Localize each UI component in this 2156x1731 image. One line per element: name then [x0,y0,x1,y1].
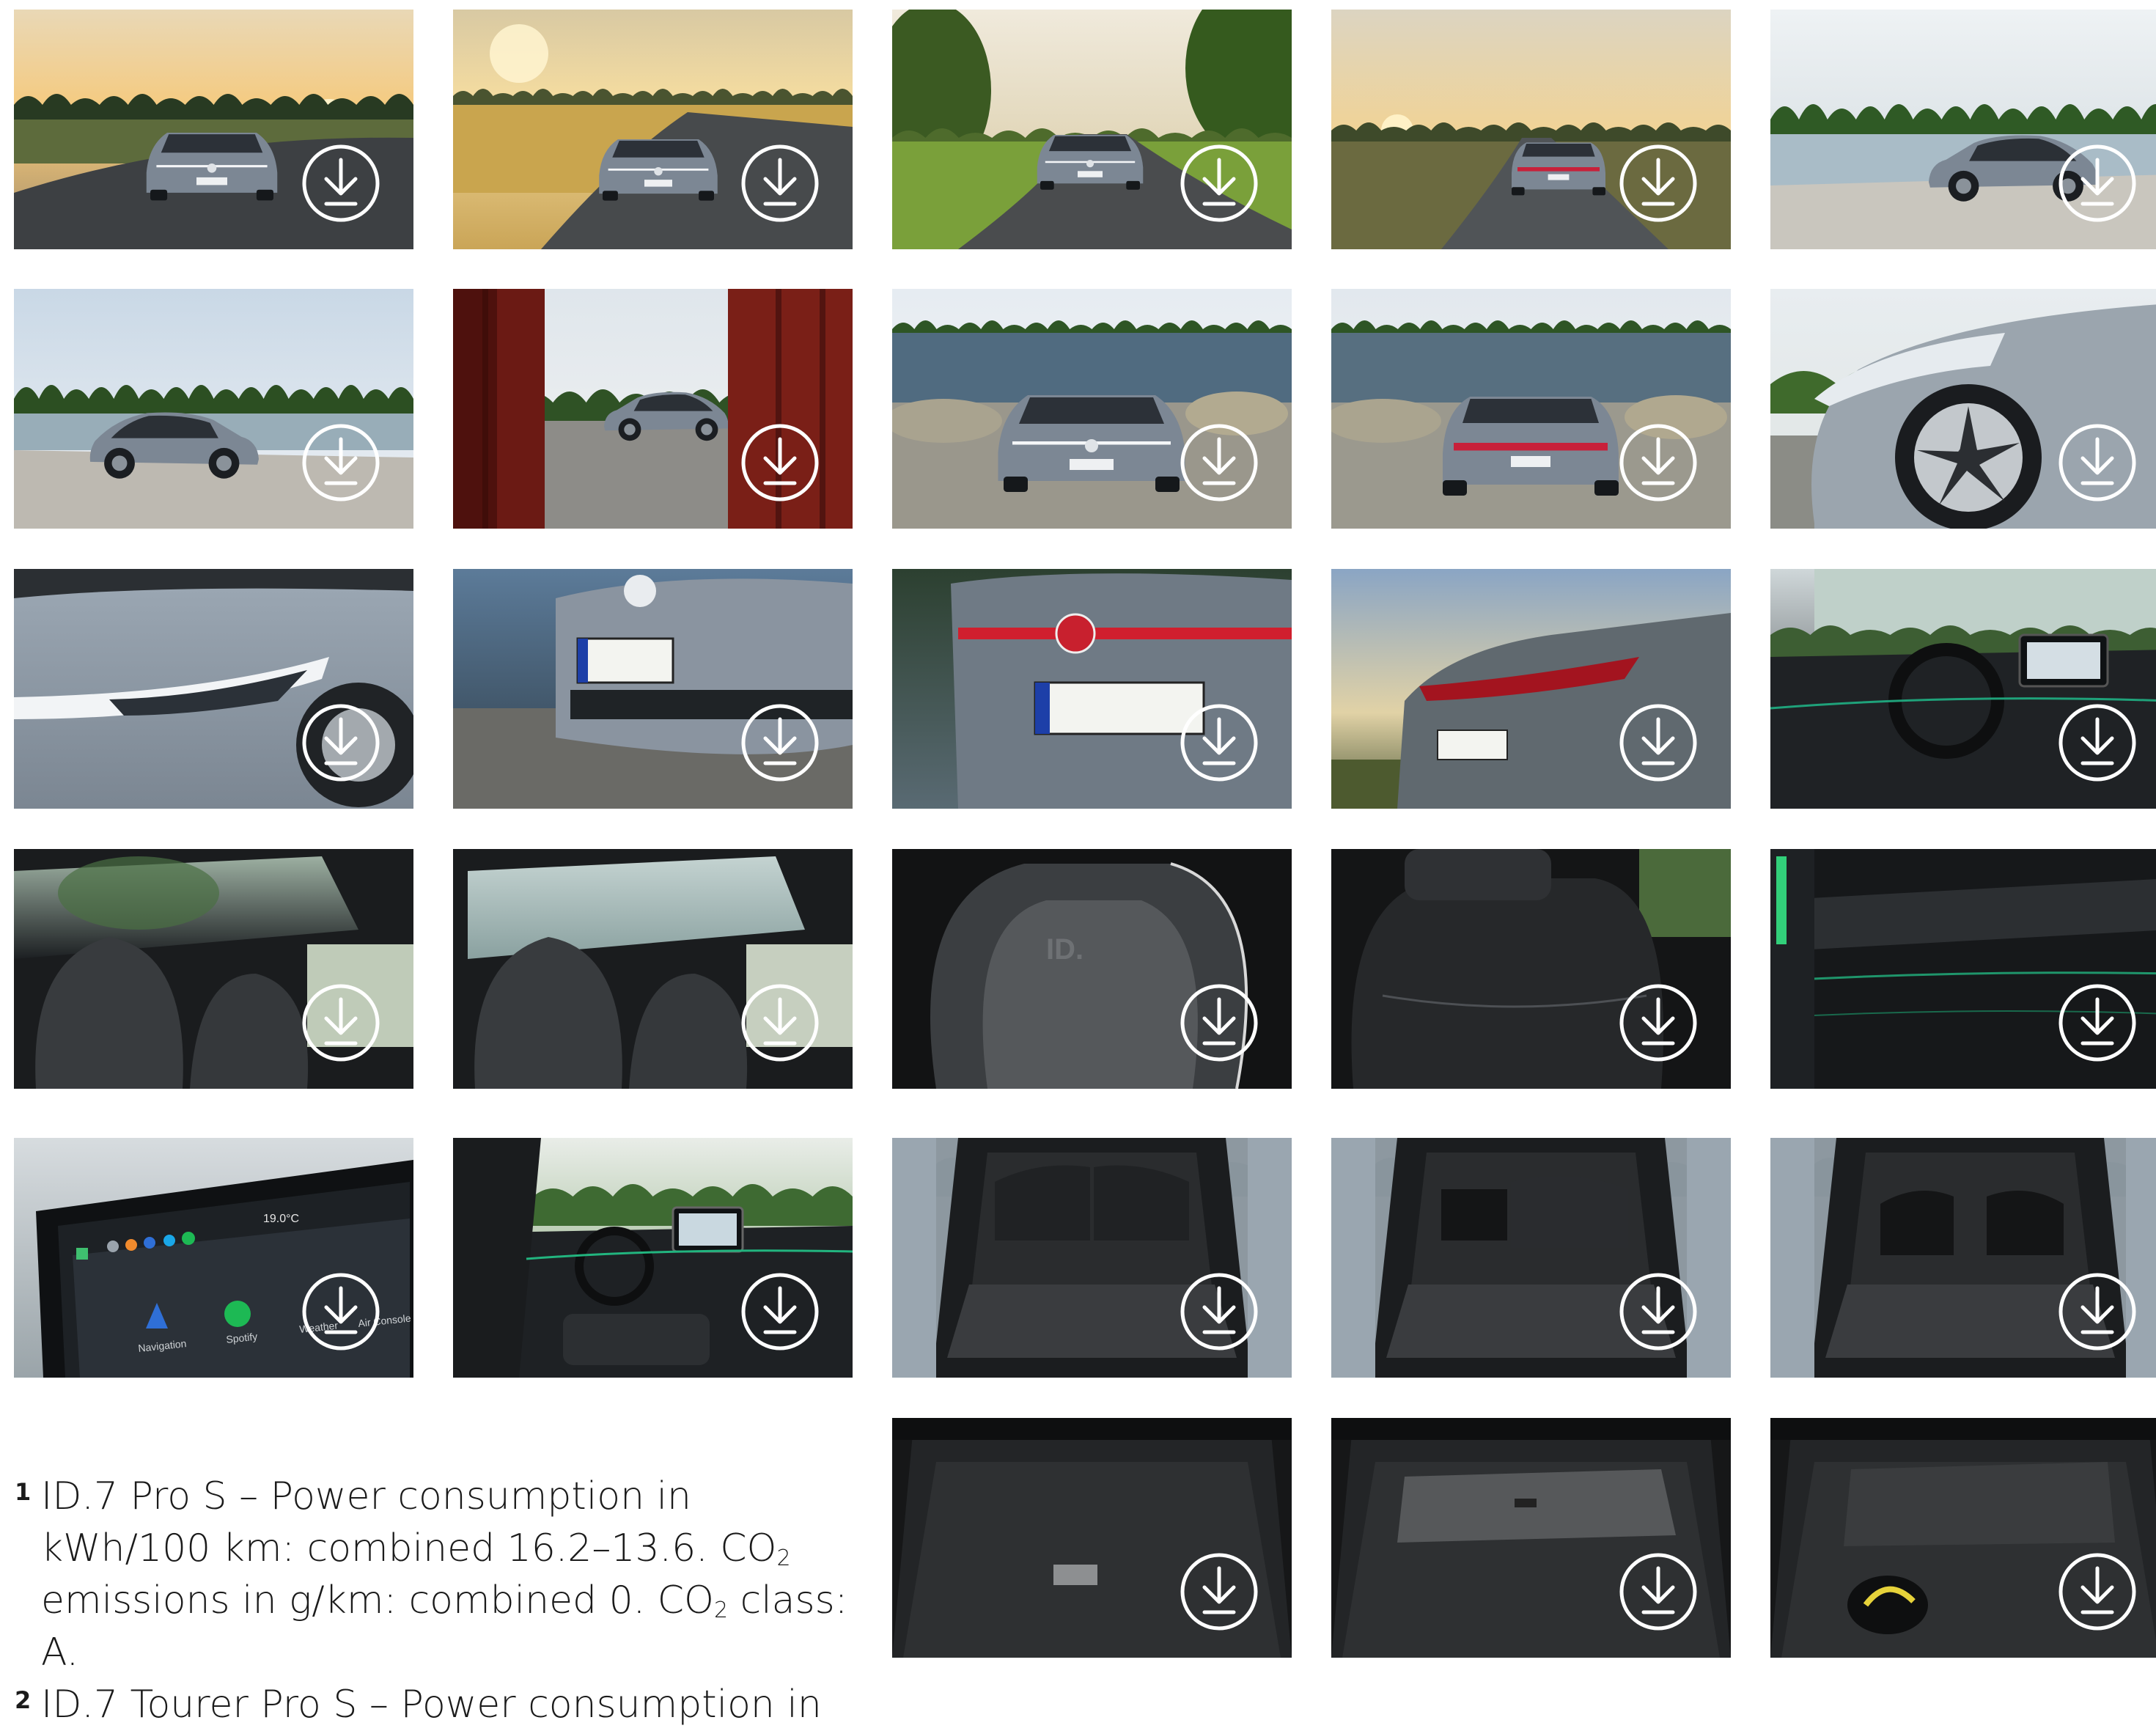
gallery-tile[interactable] [1331,849,1731,1089]
gallery-tile[interactable]: ID. [892,849,1292,1089]
gallery-tile[interactable] [1770,289,2156,529]
gallery-tile[interactable] [892,10,1292,249]
download-icon[interactable] [301,703,380,782]
gallery-tile[interactable] [1331,1138,1731,1378]
gallery-tile[interactable] [892,1418,1292,1658]
download-icon[interactable] [2058,1272,2137,1351]
gallery-tile[interactable] [892,569,1292,809]
download-icon[interactable] [301,423,380,502]
download-icon[interactable] [740,703,820,782]
download-icon[interactable] [1619,983,1698,1062]
footnotes: 1 ID.7 Pro S – Power consumption in kWh/1… [15,1471,872,1731]
gallery-tile[interactable] [14,569,413,809]
gallery-tile[interactable] [453,289,853,529]
download-icon[interactable] [301,144,380,223]
download-icon[interactable] [1180,144,1259,223]
download-icon[interactable] [740,1272,820,1351]
download-icon[interactable] [740,983,820,1062]
footnote-text-cont: emissions in g/km: combined 0. CO [41,1579,714,1622]
gallery-tile[interactable] [453,1138,853,1378]
gallery-tile[interactable] [1770,1418,2156,1658]
download-icon[interactable] [1619,1552,1698,1631]
gallery-tile[interactable] [1331,289,1731,529]
svg-text:19.0°C: 19.0°C [263,1213,299,1225]
svg-text:ID.: ID. [1046,933,1083,966]
download-icon[interactable] [1619,423,1698,502]
download-icon[interactable] [1180,703,1259,782]
gallery-tile[interactable] [1331,569,1731,809]
gallery-tile[interactable] [453,569,853,809]
download-icon[interactable] [740,423,820,502]
footnote-text: ID.7 Tourer Pro S – Power consumption in [41,1683,822,1727]
footnote-1: 1 ID.7 Pro S – Power consumption in kWh/1… [15,1471,872,1679]
download-icon[interactable] [1180,983,1259,1062]
gallery-tile[interactable] [892,1138,1292,1378]
download-icon[interactable] [1619,1272,1698,1351]
download-icon[interactable] [1180,423,1259,502]
download-icon[interactable] [2058,1552,2137,1631]
download-icon[interactable] [2058,144,2137,223]
gallery-tile[interactable] [14,849,413,1089]
gallery-tile[interactable] [892,289,1292,529]
gallery-tile[interactable] [1770,10,2156,249]
subscript-2: 2 [776,1546,791,1571]
download-icon[interactable] [740,144,820,223]
gallery-tile[interactable] [1770,1138,2156,1378]
gallery-tile[interactable] [1331,10,1731,249]
gallery-tile[interactable] [1770,849,2156,1089]
footnote-number: 2 [15,1686,32,1714]
gallery-tile[interactable] [14,289,413,529]
footnote-text: ID.7 Pro S – Power consumption in kWh/10… [41,1474,777,1570]
gallery-tile[interactable] [453,10,853,249]
download-icon[interactable] [1180,1552,1259,1631]
gallery-tile[interactable] [1331,1418,1731,1658]
download-icon[interactable] [1180,1272,1259,1351]
download-icon[interactable] [301,1272,380,1351]
gallery-tile[interactable]: 19.0°C Navigation Spotify Weather Air Co… [14,1138,413,1378]
download-icon[interactable] [2058,983,2137,1062]
download-icon[interactable] [1619,144,1698,223]
gallery-tile[interactable] [14,10,413,249]
gallery-tile[interactable] [453,849,853,1089]
footnote-2: 2 ID.7 Tourer Pro S – Power consumption i… [15,1679,872,1731]
download-icon[interactable] [1619,703,1698,782]
download-icon[interactable] [2058,703,2137,782]
subscript-2b: 2 [713,1598,729,1623]
gallery-tile[interactable] [1770,569,2156,809]
footnote-number: 1 [15,1478,32,1506]
download-icon[interactable] [2058,423,2137,502]
download-icon[interactable] [301,983,380,1062]
